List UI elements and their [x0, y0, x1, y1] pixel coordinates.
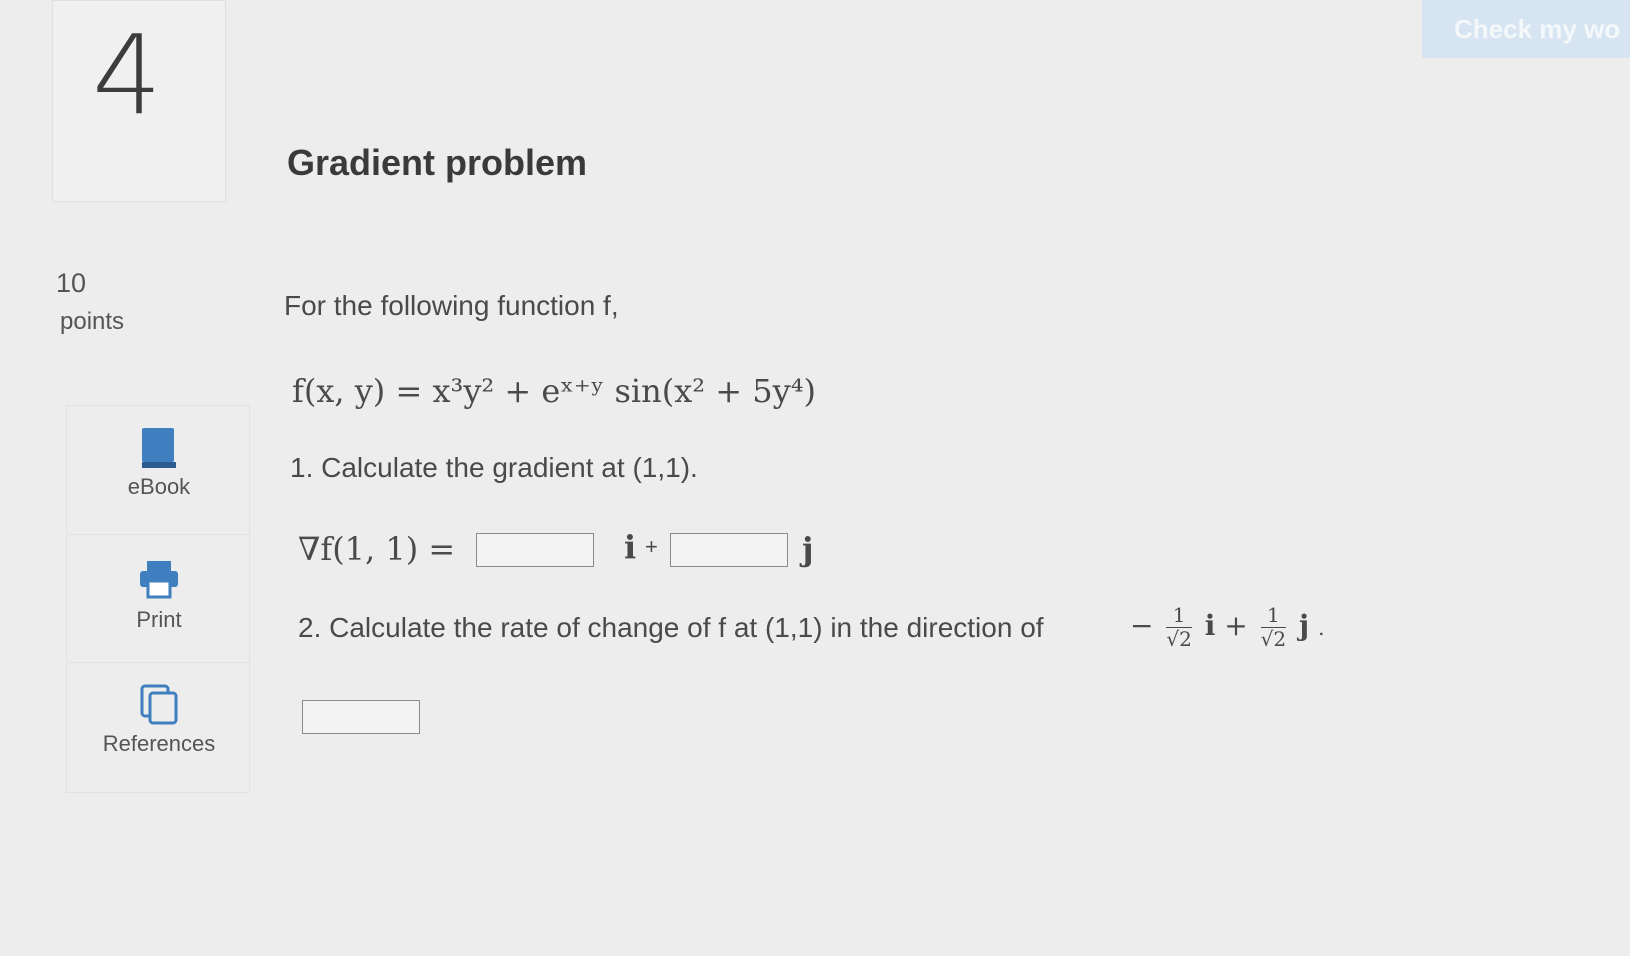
- part1-text: 1. Calculate the gradient at (1,1).: [290, 452, 698, 483]
- print-label: Print: [136, 607, 182, 632]
- print-button[interactable]: Print: [67, 534, 251, 663]
- fraction-2-numerator: 1: [1260, 604, 1287, 628]
- direction-vector: − 1 √2 i + 1 √2 j .: [1130, 604, 1324, 651]
- references-button[interactable]: References: [67, 662, 251, 791]
- check-my-work-button[interactable]: Check my wo: [1422, 0, 1630, 58]
- points-label: points: [60, 308, 125, 335]
- ebook-icon: [142, 428, 176, 468]
- direction-j: j: [1299, 609, 1310, 642]
- function-rhs: x³y² + eˣ⁺ʸ sin(x² + 5y⁴): [432, 372, 817, 410]
- direction-end: .: [1318, 616, 1325, 640]
- fraction-2-denominator: √2: [1260, 627, 1287, 651]
- direction-plus: +: [1224, 609, 1248, 642]
- intro-text: For the following function f,: [284, 290, 619, 321]
- points-value: 10: [56, 268, 87, 298]
- question-title: Gradient problem: [287, 142, 588, 183]
- direction-fraction-2: 1 √2: [1260, 604, 1287, 651]
- question-number: 4: [92, 11, 162, 139]
- references-icon: [140, 684, 178, 725]
- ebook-label: eBook: [127, 474, 191, 499]
- direction-i: i: [1204, 609, 1216, 642]
- fraction-1-denominator: √2: [1166, 627, 1192, 651]
- gradient-j-input[interactable]: [670, 533, 788, 567]
- tools-panel: eBook Print References: [66, 405, 251, 793]
- i-label: i: [624, 528, 637, 566]
- direction-fraction-1: 1 √2: [1166, 604, 1192, 651]
- printer-icon: [140, 561, 178, 599]
- function-definition: f(x, y) = x³y² + eˣ⁺ʸ sin(x² + 5y⁴): [292, 372, 816, 410]
- function-lhs: f(x, y) =: [292, 372, 423, 410]
- ebook-button[interactable]: eBook: [67, 406, 251, 534]
- rate-of-change-input[interactable]: [302, 700, 420, 734]
- gradient-i-input[interactable]: [476, 533, 594, 567]
- plus-sign: +: [645, 534, 658, 559]
- references-label: References: [102, 731, 216, 756]
- gradient-lhs: ∇f(1, 1) =: [298, 530, 456, 568]
- fraction-1-numerator: 1: [1166, 604, 1192, 628]
- j-label: j: [802, 530, 814, 568]
- part2-text: 2. Calculate the rate of change of f at …: [298, 612, 1044, 643]
- direction-minus: −: [1130, 609, 1154, 642]
